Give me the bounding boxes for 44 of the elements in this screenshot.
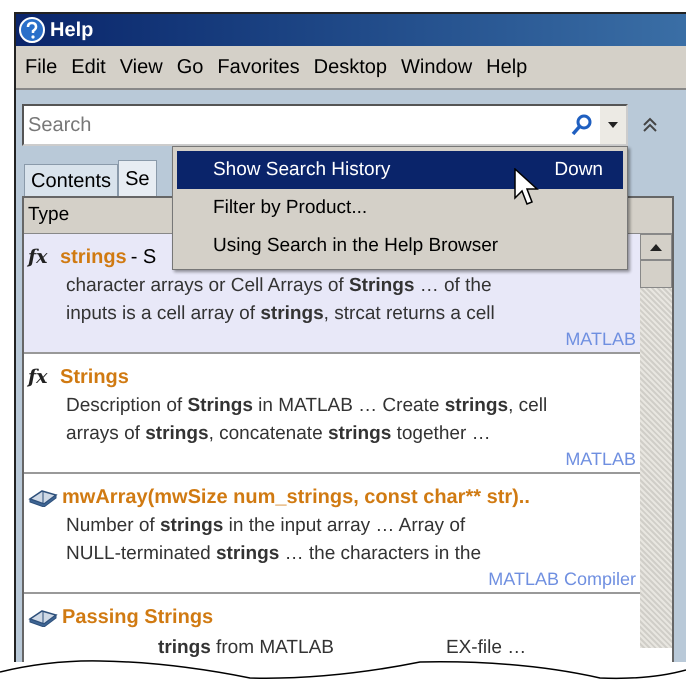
menu-option[interactable]: Show Search History Down (177, 151, 623, 189)
help-icon (18, 16, 46, 44)
result-snippet: Description of Strings in MATLAB … Create strings, cell (65, 394, 548, 418)
menu-item[interactable]: Desktop (308, 52, 392, 82)
menu-option-label: Using Search in the Help Browser (213, 234, 498, 258)
result-snippet: inputs is a cell array of strings, strcat returns a cell (65, 302, 496, 326)
result-snippet: trings from MATLAB (158, 636, 334, 660)
tab[interactable]: Contents (24, 164, 118, 196)
product-label: MATLAB Compiler (488, 568, 636, 590)
menu-item[interactable]: View (114, 52, 168, 82)
function-icon: fx (28, 368, 56, 386)
menu-option[interactable]: Filter by Product... (177, 189, 623, 227)
result-snippet: NULL-terminated strings … the characters in the (65, 542, 482, 566)
search-input[interactable]: Search (24, 110, 570, 140)
menu-item[interactable]: Help (481, 52, 532, 82)
cursor-icon (514, 168, 540, 208)
function-icon: fx (28, 248, 56, 266)
menu-item[interactable]: File (20, 52, 62, 82)
tab[interactable]: Se (118, 160, 157, 196)
result-snippet: EX-file … (446, 636, 526, 660)
menu-option-label: Filter by Product... (213, 196, 368, 220)
result-snippet: character arrays or Cell Arrays of Strings … of the (65, 274, 493, 298)
menu-item[interactable]: Window (396, 52, 478, 82)
dropdown-button[interactable] (600, 106, 626, 144)
result-subtitle: - S (130, 245, 156, 270)
search-icon[interactable] (570, 113, 594, 137)
scrollbar[interactable] (640, 234, 672, 648)
shortcut-label: Down (554, 158, 603, 182)
column-header[interactable]: Type (28, 201, 70, 230)
menu-item[interactable]: Favorites (212, 52, 305, 82)
menu-option-label: Show Search History (213, 158, 390, 182)
window-title: Help (50, 18, 94, 43)
scroll-thumb[interactable] (640, 260, 672, 288)
caret-icon (608, 122, 618, 128)
result-snippet: Number of strings in the input array … Array of (65, 514, 466, 538)
menu-item[interactable]: Edit (66, 52, 111, 82)
menu-item[interactable]: Go (172, 52, 208, 82)
caret-icon (650, 244, 662, 250)
collapse-icon[interactable] (642, 117, 658, 133)
result-snippet: arrays of strings, concatenate strings together … (65, 422, 492, 446)
scroll-up-button[interactable] (640, 234, 672, 260)
product-label: MATLAB (565, 448, 636, 470)
product-label: MATLAB (565, 328, 636, 350)
search-field[interactable]: Search (22, 104, 628, 146)
